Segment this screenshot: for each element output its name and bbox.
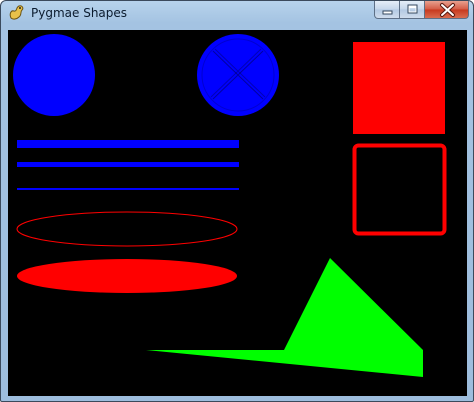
filled-blue-circle xyxy=(13,34,95,116)
filled-red-ellipse xyxy=(17,259,237,293)
title-bar[interactable]: Pygmae Shapes xyxy=(1,1,473,25)
thick-blue-line xyxy=(17,140,239,148)
medium-blue-line xyxy=(17,162,239,167)
maximize-button[interactable] xyxy=(399,1,425,19)
outlined-red-ellipse xyxy=(16,211,238,247)
app-window: Pygmae Shapes xyxy=(0,0,474,402)
outlined-red-rectangle xyxy=(352,143,447,236)
close-button[interactable] xyxy=(424,1,469,19)
window-title: Pygmae Shapes xyxy=(31,6,128,20)
patterned-blue-circle xyxy=(197,34,279,116)
maximize-icon xyxy=(407,4,418,14)
filled-red-rectangle xyxy=(353,42,445,134)
pygame-snake-icon[interactable] xyxy=(8,4,25,21)
minimize-button[interactable] xyxy=(374,1,400,19)
minimize-icon xyxy=(382,10,393,15)
close-icon xyxy=(440,3,455,17)
drawing-canvas[interactable] xyxy=(8,30,467,396)
thin-blue-line xyxy=(17,188,239,190)
